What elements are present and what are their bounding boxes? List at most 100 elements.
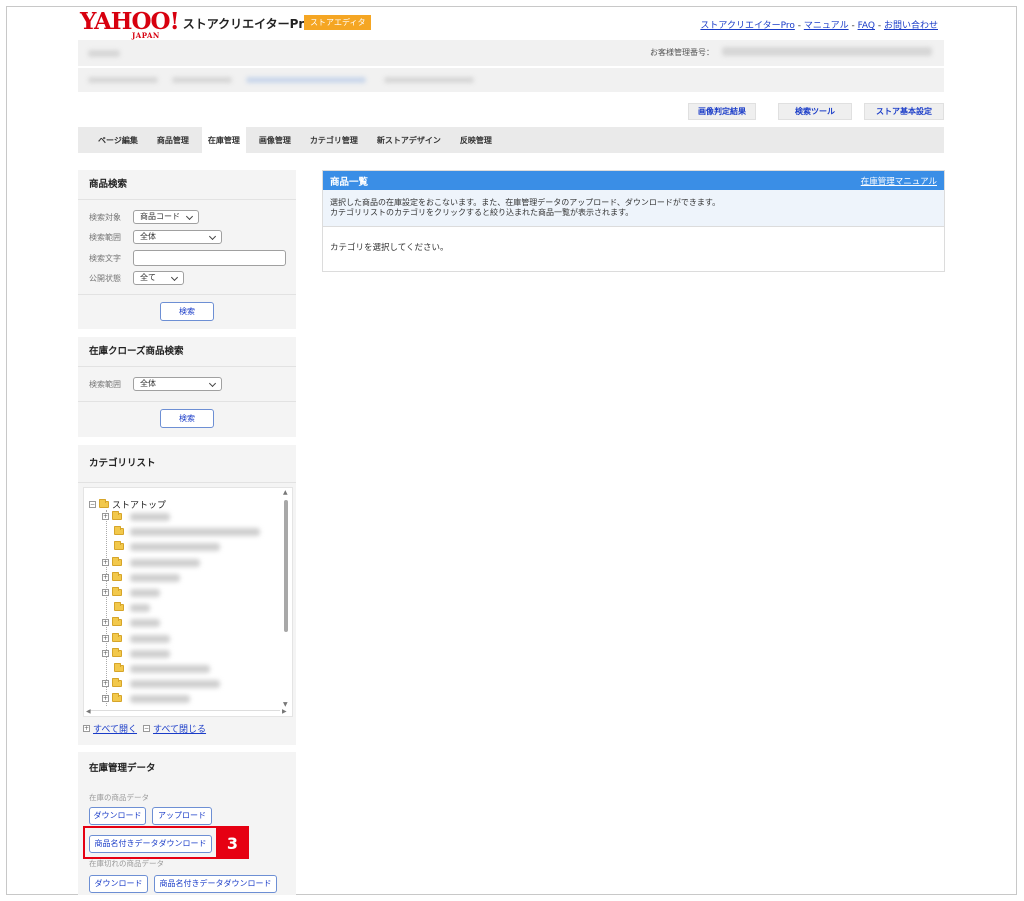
scroll-left-icon[interactable]: ◀ [86,709,91,715]
store-settings-button[interactable]: ストア基本設定 [864,103,944,120]
expand-icon[interactable]: + [102,588,109,596]
expand-icon[interactable]: + [102,558,109,566]
search-range-select[interactable]: 全体 [133,230,222,244]
step-number-badge: 3 [216,828,249,859]
nav-category[interactable]: カテゴリ管理 [310,135,358,146]
nav-publish[interactable]: 反映管理 [460,135,492,146]
link-faq[interactable]: FAQ [858,21,875,31]
tree-node[interactable]: + [102,647,125,658]
expand-icon[interactable]: + [102,679,109,687]
download-button[interactable]: ダウンロード [89,807,146,825]
nav-new-design[interactable]: 新ストアデザイン [377,135,441,146]
closed-range-label: 検索範囲 [89,379,121,389]
store-info-redacted [88,77,158,83]
publish-status-select[interactable]: 全て [133,271,184,285]
tree-horizontal-scrollbar[interactable] [88,710,280,711]
search-target-select[interactable]: 商品コード [133,210,199,224]
nav-image[interactable]: 画像管理 [259,135,291,146]
scrollbar-thumb[interactable] [284,500,288,632]
expand-icon[interactable]: + [102,694,109,702]
out-of-stock-download-button[interactable]: ダウンロード [89,875,148,893]
scroll-right-icon[interactable]: ▶ [282,709,287,715]
expand-icon[interactable]: + [102,649,109,657]
tree-node[interactable]: + [102,510,125,521]
yahoo-logo[interactable]: YAHOO! JAPAN ストアクリエイターPro [80,8,313,40]
nav-stock[interactable]: 在庫管理 [201,126,246,154]
category-tree: − ストアトップ + + + + + + + + + ▲ ▼ ◀ ▶ [83,487,293,717]
search-keyword-label: 検索文字 [89,253,121,263]
publish-status-row: 公開状態 全て [89,271,184,285]
upload-button[interactable]: アップロード [152,807,212,825]
search-keyword-input[interactable] [133,250,286,266]
tree-node[interactable]: + [102,556,125,567]
expand-icon[interactable]: + [102,573,109,581]
search-target-row: 検索対象 商品コード [89,210,199,224]
expand-icon[interactable]: + [102,618,109,626]
folder-icon [114,525,124,535]
folder-icon [112,677,122,687]
tree-root-node[interactable]: − ストアトップ [89,498,166,511]
expand-all-link[interactable]: すべて開く [93,722,137,735]
stock-manual-link[interactable]: 在庫管理マニュアル [861,175,937,187]
category-name-redacted [130,513,170,521]
expand-all-icon[interactable]: + [83,725,90,732]
divider [78,401,296,402]
category-name-redacted [130,665,210,673]
folder-icon [99,499,109,508]
category-name-redacted [130,559,200,567]
category-list-panel: カテゴリリスト − ストアトップ + + + + + + + + + ▲ ▼ ◀… [78,445,296,745]
editor-badge: ストアエディタ [304,15,372,30]
stock-data-title: 在庫管理データ [89,763,156,774]
store-name-redacted [88,50,120,57]
nav-page-edit[interactable]: ページ編集 [98,135,138,146]
tree-node[interactable] [102,540,127,551]
collapse-all-link[interactable]: すべて閉じる [153,722,206,735]
logo-wordmark: YAHOO! [80,8,180,35]
expand-icon[interactable]: + [102,634,109,642]
tree-node[interactable] [102,662,127,673]
main-nav: ページ編集 商品管理 在庫管理 画像管理 カテゴリ管理 新ストアデザイン 反映管… [78,126,944,154]
product-search-title: 商品検索 [78,170,296,200]
product-list-panel: 商品一覧 在庫管理マニュアル 選択した商品の在庫設定をおこないます。また、在庫管… [322,170,945,272]
tree-root-label[interactable]: ストアトップ [112,498,166,511]
product-list-message: カテゴリを選択してください。 [330,243,449,253]
tree-node[interactable]: + [102,632,125,643]
closed-search-button[interactable]: 検索 [160,409,214,428]
folder-icon [114,540,124,550]
folder-icon [112,586,122,596]
folder-icon [112,510,122,520]
closed-range-row: 検索範囲 全体 [89,377,222,391]
tree-node[interactable]: + [102,677,125,688]
tree-node[interactable]: + [102,692,125,703]
search-keyword-row: 検索文字 [89,250,286,266]
category-name-redacted [130,635,170,643]
search-range-row: 検索範囲 全体 [89,230,222,244]
out-of-stock-named-download-button[interactable]: 商品名付きデータダウンロード [154,875,277,893]
search-target-label: 検索対象 [89,212,121,222]
closed-range-select[interactable]: 全体 [133,377,222,391]
collapse-all-icon[interactable]: − [143,725,151,732]
tree-node[interactable]: + [102,586,125,597]
search-tool-button[interactable]: 検索ツール [778,103,852,120]
folder-icon [114,662,124,672]
tree-node[interactable]: + [102,571,125,582]
link-contact[interactable]: お問い合わせ [884,21,938,31]
product-list-header: 商品一覧 在庫管理マニュアル [323,171,944,190]
tree-node[interactable] [102,525,127,536]
expand-icon[interactable]: + [102,512,109,520]
scroll-up-icon[interactable]: ▲ [283,490,288,496]
tree-vertical-scrollbar[interactable]: ▲ ▼ [282,490,290,708]
tree-node[interactable] [102,601,127,612]
product-search-panel: 商品検索 検索対象 商品コード 検索範囲 全体 検索文字 公開状態 全て 検索 [78,170,296,329]
logo-japan: JAPAN [132,31,160,40]
image-check-button[interactable]: 画像判定結果 [688,103,756,120]
collapse-icon[interactable]: − [89,501,96,508]
folder-icon [114,601,124,611]
tree-node[interactable]: + [102,616,125,627]
nav-product[interactable]: 商品管理 [157,135,189,146]
link-manual[interactable]: マニュアル [804,21,849,31]
link-store-creator[interactable]: ストアクリエイターPro [700,21,794,31]
product-search-button[interactable]: 検索 [160,302,214,321]
category-name-redacted [130,680,220,688]
publish-status-label: 公開状態 [89,273,121,283]
